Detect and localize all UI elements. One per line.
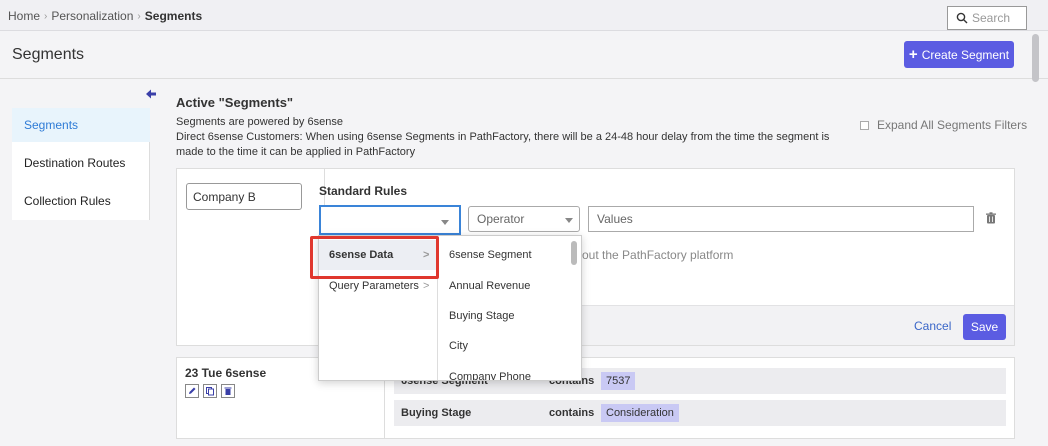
page-scrollbar[interactable]	[1030, 32, 1040, 446]
standard-rules-title: Standard Rules	[319, 184, 408, 198]
rule-operator: contains	[549, 407, 595, 419]
chevron-right-icon: ›	[137, 10, 141, 22]
rule-value-chip: Consideration	[601, 404, 679, 422]
caret-down-icon	[565, 218, 573, 223]
caret-down-icon	[441, 220, 449, 225]
sidebar-item-segments[interactable]: Segments	[12, 108, 150, 142]
breadcrumb-personalization[interactable]: Personalization	[51, 9, 133, 23]
segment-card-actions	[185, 384, 235, 398]
expand-all-label: Expand All Segments Filters	[877, 118, 1028, 132]
dropdown-option[interactable]: City	[449, 331, 468, 361]
dropdown-scrollbar[interactable]	[571, 241, 577, 265]
page-header: Segments	[0, 31, 1048, 79]
create-segment-button[interactable]: + Create Segment	[904, 41, 1014, 68]
segment-editor: Company B Standard Rules Operator Values…	[176, 168, 1015, 346]
edit-icon[interactable]	[185, 384, 199, 398]
chevron-right-icon: ›	[44, 10, 48, 22]
attribute-select[interactable]	[319, 205, 461, 235]
search-placeholder: Search	[972, 11, 1011, 25]
sidebar-item-collection-rules[interactable]: Collection Rules	[12, 184, 150, 218]
expand-all-toggle[interactable]: Expand All Segments Filters	[860, 118, 1027, 132]
rule-row: Buying Stage contains Consideration	[394, 400, 1006, 426]
delay-notice-text: Direct 6sense Customers: When using 6sen…	[176, 131, 830, 158]
operator-select[interactable]: Operator	[468, 206, 580, 232]
create-segment-label: Create Segment	[921, 47, 1010, 62]
hint-text: out the PathFactory platform	[582, 248, 734, 262]
powered-by-text: Segments are powered by 6sense	[176, 116, 343, 128]
segment-card-title: 23 Tue 6sense	[185, 366, 267, 380]
rule-attribute: Buying Stage	[401, 407, 472, 419]
segment-card: 23 Tue 6sense 6sense Segment contains 75…	[176, 357, 1015, 439]
trash-icon[interactable]	[985, 212, 997, 224]
breadcrumb-home[interactable]: Home	[8, 9, 40, 23]
values-placeholder: Values	[597, 212, 633, 226]
highlight-annotation-box	[310, 236, 439, 279]
breadcrumb-current: Segments	[144, 9, 203, 23]
section-description: Segments are powered by 6sense Direct 6s…	[176, 115, 856, 160]
segment-name-input[interactable]: Company B	[186, 183, 302, 210]
sidebar: Segments Destination Routes Collection R…	[12, 108, 150, 220]
page-title: Segments	[12, 46, 85, 63]
duplicate-icon[interactable]	[203, 384, 217, 398]
search-input[interactable]: Search	[947, 6, 1027, 30]
chevron-right-icon: >	[423, 280, 430, 292]
section-title: Active "Segments"	[176, 95, 294, 110]
delete-icon[interactable]	[221, 384, 235, 398]
search-icon	[956, 12, 968, 24]
values-input[interactable]: Values	[588, 206, 974, 232]
plus-icon: +	[908, 46, 918, 63]
expand-all-checkbox[interactable]	[860, 120, 869, 130]
operator-placeholder: Operator	[477, 212, 525, 226]
sidebar-item-destination-routes[interactable]: Destination Routes	[12, 146, 150, 180]
rule-value-chip: 7537	[601, 372, 636, 390]
save-button[interactable]: Save	[963, 314, 1006, 340]
dropdown-option[interactable]: Annual Revenue	[449, 271, 530, 301]
page-scrollbar-thumb[interactable]	[1032, 34, 1039, 82]
breadcrumb: Home › Personalization › Segments	[8, 9, 202, 23]
category-label: Query Parameters	[329, 280, 419, 292]
collapse-arrow-icon[interactable]	[145, 88, 157, 100]
dropdown-option[interactable]: 6sense Segment	[449, 240, 532, 270]
dropdown-option[interactable]: Buying Stage	[449, 301, 514, 331]
top-bar: Home › Personalization › Segments Search	[0, 0, 1048, 31]
segment-name-column: Company B	[177, 169, 325, 345]
cancel-button[interactable]: Cancel	[914, 319, 951, 333]
dropdown-option[interactable]: Company Phone	[449, 362, 531, 380]
